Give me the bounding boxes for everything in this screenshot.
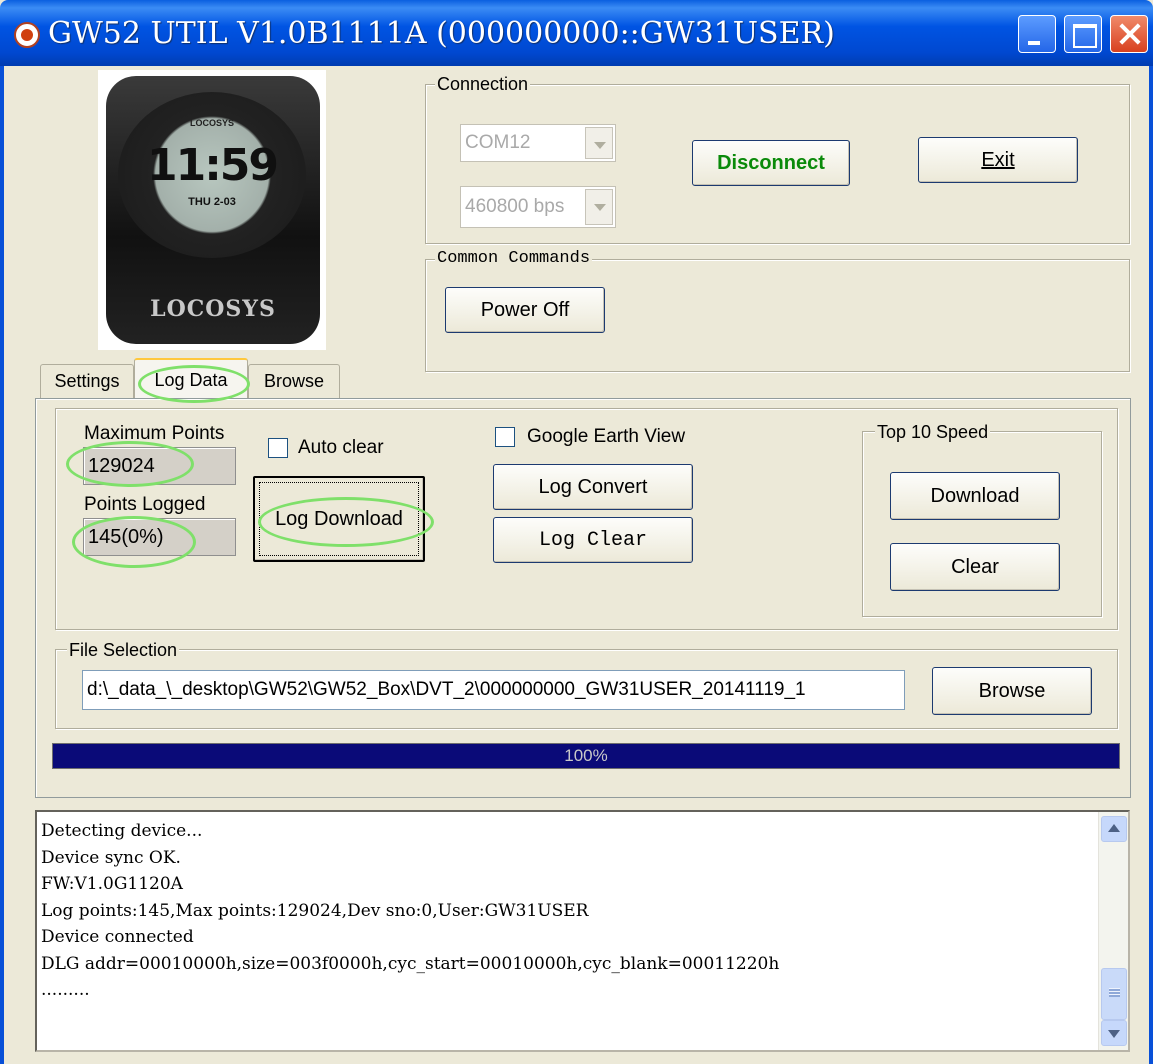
points-logged-label: Points Logged bbox=[84, 494, 206, 515]
console-line: Log points:145,Max points:129024,Dev sno… bbox=[41, 900, 589, 921]
log-convert-button[interactable]: Log Convert bbox=[493, 464, 693, 510]
log-download-button[interactable]: Log Download bbox=[253, 476, 425, 562]
maximize-button[interactable] bbox=[1064, 15, 1102, 53]
google-earth-label: Google Earth View bbox=[527, 426, 686, 447]
window-frame-left bbox=[0, 66, 4, 1064]
chevron-down-icon[interactable] bbox=[585, 189, 613, 225]
console-line: Device sync OK. bbox=[41, 847, 181, 868]
app-icon[interactable] bbox=[14, 22, 40, 48]
power-off-button[interactable]: Power Off bbox=[445, 287, 605, 333]
max-points-label: Maximum Points bbox=[84, 423, 225, 444]
top10-download-button[interactable]: Download bbox=[890, 472, 1060, 520]
minimize-button[interactable] bbox=[1018, 15, 1056, 53]
common-commands-legend: Common Commands bbox=[435, 249, 593, 268]
baud-rate-value: 460800 bps bbox=[465, 196, 565, 217]
tab-log-data[interactable]: Log Data bbox=[134, 358, 248, 400]
top10-clear-button[interactable]: Clear bbox=[890, 543, 1060, 591]
max-points-field: 129024 bbox=[83, 447, 236, 485]
com-port-value: COM12 bbox=[465, 132, 531, 153]
connection-legend: Connection bbox=[435, 74, 531, 95]
window-frame-right bbox=[1149, 66, 1153, 1064]
close-button[interactable] bbox=[1110, 15, 1148, 53]
top-10-speed-legend: Top 10 Speed bbox=[875, 422, 991, 443]
console-line: Device connected bbox=[41, 927, 194, 947]
auto-clear-label: Auto clear bbox=[298, 437, 384, 458]
tab-browse[interactable]: Browse bbox=[248, 364, 340, 398]
console-text: Detecting device... Device sync OK. FW:V1.… bbox=[41, 818, 779, 1004]
console-scrollbar[interactable] bbox=[1098, 812, 1128, 1050]
file-path-field[interactable]: d:\_data_\_desktop\GW52\GW52_Box\DVT_2\0… bbox=[82, 670, 905, 710]
progress-bar: 100% bbox=[52, 743, 1120, 769]
tab-settings[interactable]: Settings bbox=[40, 364, 134, 398]
google-earth-checkbox[interactable] bbox=[495, 427, 515, 447]
com-port-select[interactable]: COM12 bbox=[460, 124, 616, 162]
console-line: DLG addr=00010000h,size=003f0000h,cyc_st… bbox=[41, 953, 780, 974]
window-title: GW52 UTIL V1.0B1111A (000000000::GW31USE… bbox=[48, 16, 835, 51]
watch-face-brand: LOCOSYS bbox=[189, 118, 234, 128]
disconnect-button[interactable]: Disconnect bbox=[692, 140, 850, 186]
progress-label: 100% bbox=[564, 746, 608, 765]
watch-brand-logo: LOCOSYS bbox=[150, 296, 276, 322]
console-line: FW:V1.0G1120A bbox=[41, 874, 183, 894]
watch-time: 11:59 bbox=[146, 140, 279, 191]
log-clear-button[interactable]: Log Clear bbox=[493, 517, 693, 563]
log-console[interactable]: Detecting device... Device sync OK. FW:V1.… bbox=[35, 810, 1130, 1052]
file-selection-legend: File Selection bbox=[67, 640, 180, 661]
auto-clear-checkbox[interactable] bbox=[268, 438, 288, 458]
chevron-down-icon[interactable] bbox=[585, 127, 613, 159]
scroll-down-icon[interactable] bbox=[1101, 1020, 1127, 1046]
scroll-thumb[interactable] bbox=[1101, 968, 1127, 1020]
scroll-up-icon[interactable] bbox=[1101, 816, 1127, 842]
console-line: ......... bbox=[41, 980, 90, 1000]
watch-date: THU 2-03 bbox=[188, 196, 236, 208]
baud-rate-select[interactable]: 460800 bps bbox=[460, 186, 616, 228]
exit-button[interactable]: Exit bbox=[918, 137, 1078, 183]
points-logged-field: 145(0%) bbox=[83, 518, 236, 556]
console-line: Detecting device... bbox=[41, 821, 203, 841]
browse-button[interactable]: Browse bbox=[932, 667, 1092, 715]
